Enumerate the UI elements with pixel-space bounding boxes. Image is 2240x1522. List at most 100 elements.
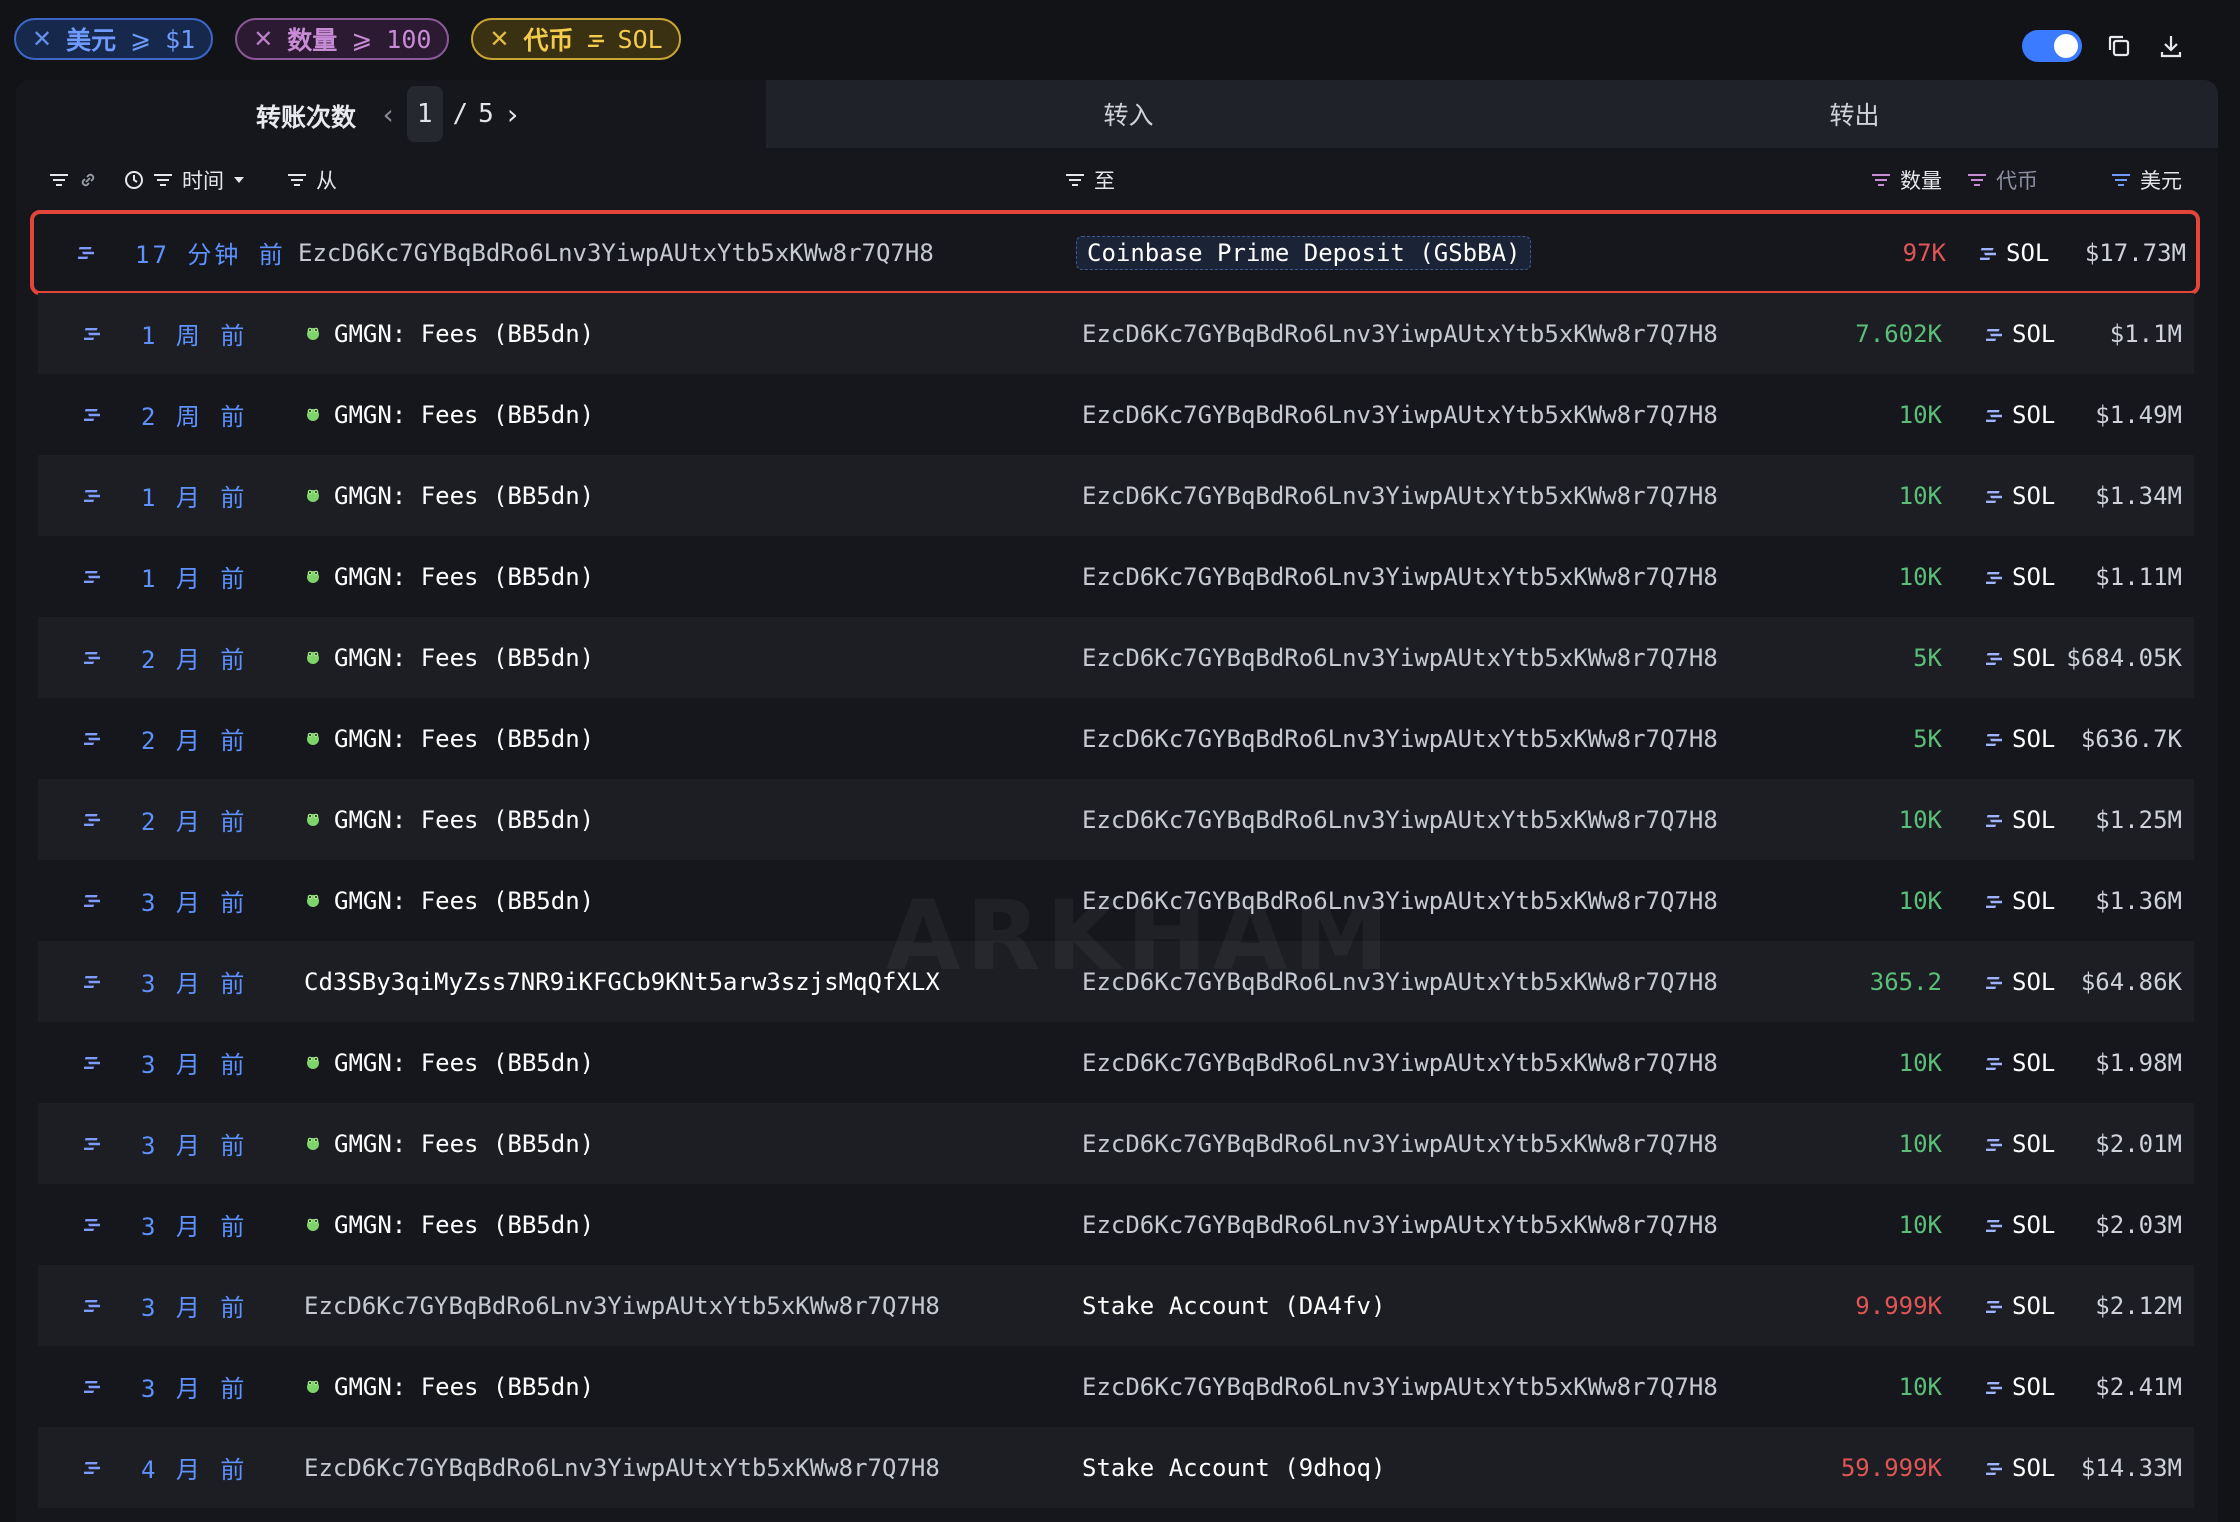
row-time[interactable]: 3 月 前	[141, 1103, 247, 1184]
table-row[interactable]: 3 月 前 GMGN: Fees (BB5dn) EzcD6Kc7GYBqBdR…	[38, 1022, 2194, 1103]
row-to[interactable]: Stake Account (9dhoq)	[1082, 1427, 1385, 1508]
row-token[interactable]: SOL	[1983, 455, 2055, 536]
row-to[interactable]: Coinbase Prime Deposit (GSbBA)	[1076, 212, 1532, 293]
row-time[interactable]: 3 月 前	[141, 860, 247, 941]
filter-icon[interactable]	[152, 172, 174, 188]
row-to[interactable]: EzcD6Kc7GYBqBdRo6Lnv3YiwpAUtxYtb5xKWw8r7…	[1082, 536, 1718, 617]
row-token[interactable]: SOL	[1983, 698, 2055, 779]
link-icon[interactable]	[78, 170, 98, 190]
row-token[interactable]: SOL	[1983, 860, 2055, 941]
row-token[interactable]: SOL	[1983, 1427, 2055, 1508]
table-row[interactable]: 2 周 前 GMGN: Fees (BB5dn) EzcD6Kc7GYBqBdR…	[38, 374, 2194, 455]
row-time[interactable]: 2 周 前	[141, 374, 247, 455]
remove-filter-icon[interactable]: ✕	[32, 25, 52, 53]
table-row[interactable]: 4 月 前 EzcD6Kc7GYBqBdRo6Lnv3YiwpAUtxYtb5x…	[38, 1427, 2194, 1508]
row-token[interactable]: SOL	[1983, 1184, 2055, 1265]
filter-icon[interactable]	[48, 172, 70, 188]
filter-icon[interactable]	[286, 172, 308, 188]
row-from[interactable]: GMGN: Fees (BB5dn)	[304, 455, 594, 536]
row-from[interactable]: GMGN: Fees (BB5dn)	[304, 698, 594, 779]
row-to[interactable]: EzcD6Kc7GYBqBdRo6Lnv3YiwpAUtxYtb5xKWw8r7…	[1082, 1103, 1718, 1184]
row-token[interactable]: SOL	[1983, 1022, 2055, 1103]
tab-transfers[interactable]: 转账次数 ‹ 1 / 5 ›	[16, 80, 766, 148]
filter-icon[interactable]	[1064, 172, 1086, 188]
filter-icon[interactable]	[1870, 172, 1892, 188]
row-from[interactable]: Cd3SBy3qiMyZss7NR9iKFGCb9KNt5arw3szjsMqQ…	[304, 941, 940, 1022]
row-to[interactable]: EzcD6Kc7GYBqBdRo6Lnv3YiwpAUtxYtb5xKWw8r7…	[1082, 941, 1718, 1022]
row-from[interactable]: GMGN: Fees (BB5dn)	[304, 293, 594, 374]
filter-chip-amount[interactable]: ✕ 数量 ⩾ 100	[235, 18, 450, 60]
page-current[interactable]: 1	[406, 86, 443, 142]
row-from[interactable]: GMGN: Fees (BB5dn)	[304, 1346, 594, 1427]
row-to[interactable]: EzcD6Kc7GYBqBdRo6Lnv3YiwpAUtxYtb5xKWw8r7…	[1082, 1184, 1718, 1265]
table-row[interactable]: 2 月 前 GMGN: Fees (BB5dn) EzcD6Kc7GYBqBdR…	[38, 779, 2194, 860]
row-to[interactable]: EzcD6Kc7GYBqBdRo6Lnv3YiwpAUtxYtb5xKWw8r7…	[1082, 698, 1718, 779]
table-row[interactable]: 3 月 前 GMGN: Fees (BB5dn) EzcD6Kc7GYBqBdR…	[38, 1184, 2194, 1265]
remove-filter-icon[interactable]: ✕	[489, 25, 509, 53]
row-from[interactable]: GMGN: Fees (BB5dn)	[304, 1022, 594, 1103]
header-token[interactable]: 代币	[1966, 148, 2038, 212]
row-token[interactable]: SOL	[1983, 941, 2055, 1022]
row-token[interactable]: SOL	[1983, 617, 2055, 698]
filter-chip-usd[interactable]: ✕ 美元 ⩾ $1	[14, 18, 214, 60]
row-time[interactable]: 3 月 前	[141, 1265, 247, 1346]
row-time[interactable]: 1 月 前	[141, 536, 247, 617]
row-token[interactable]: SOL	[1983, 293, 2055, 374]
row-to[interactable]: EzcD6Kc7GYBqBdRo6Lnv3YiwpAUtxYtb5xKWw8r7…	[1082, 455, 1718, 536]
header-filter-link[interactable]	[48, 148, 98, 212]
filter-icon[interactable]	[2110, 172, 2132, 188]
row-to[interactable]: EzcD6Kc7GYBqBdRo6Lnv3YiwpAUtxYtb5xKWw8r7…	[1082, 1022, 1718, 1103]
download-icon[interactable]	[2156, 31, 2186, 61]
row-to[interactable]: EzcD6Kc7GYBqBdRo6Lnv3YiwpAUtxYtb5xKWw8r7…	[1082, 1346, 1718, 1427]
row-time[interactable]: 2 月 前	[141, 698, 247, 779]
row-from[interactable]: GMGN: Fees (BB5dn)	[304, 374, 594, 455]
row-from[interactable]: GMGN: Fees (BB5dn)	[304, 536, 594, 617]
remove-filter-icon[interactable]: ✕	[253, 25, 273, 53]
row-time[interactable]: 3 月 前	[141, 1022, 247, 1103]
row-token[interactable]: SOL	[1983, 374, 2055, 455]
row-to[interactable]: EzcD6Kc7GYBqBdRo6Lnv3YiwpAUtxYtb5xKWw8r7…	[1082, 617, 1718, 698]
row-time[interactable]: 3 月 前	[141, 941, 247, 1022]
header-amount[interactable]: 数量	[1870, 148, 1942, 212]
row-to[interactable]: Stake Account (DA4fv)	[1082, 1265, 1385, 1346]
row-token[interactable]: SOL	[1983, 1103, 2055, 1184]
table-row[interactable]: 3 月 前 GMGN: Fees (BB5dn) EzcD6Kc7GYBqBdR…	[38, 1103, 2194, 1184]
row-time[interactable]: 2 月 前	[141, 779, 247, 860]
table-row[interactable]: 1 月 前 GMGN: Fees (BB5dn) EzcD6Kc7GYBqBdR…	[38, 536, 2194, 617]
row-from[interactable]: GMGN: Fees (BB5dn)	[304, 1184, 594, 1265]
table-row[interactable]: 3 月 前 GMGN: Fees (BB5dn) EzcD6Kc7GYBqBdR…	[38, 860, 2194, 941]
row-from[interactable]: EzcD6Kc7GYBqBdRo6Lnv3YiwpAUtxYtb5xKWw8r7…	[304, 1265, 940, 1346]
row-token[interactable]: SOL	[1983, 1265, 2055, 1346]
table-row[interactable]: 1 月 前 GMGN: Fees (BB5dn) EzcD6Kc7GYBqBdR…	[38, 455, 2194, 536]
row-time[interactable]: 17 分钟 前	[135, 212, 286, 293]
row-from[interactable]: EzcD6Kc7GYBqBdRo6Lnv3YiwpAUtxYtb5xKWw8r7…	[304, 1427, 940, 1508]
filter-chip-token[interactable]: ✕ 代币 SOL	[471, 18, 681, 60]
table-row[interactable]: 17 分钟 前 EzcD6Kc7GYBqBdRo6Lnv3YiwpAUtxYtb…	[30, 210, 2200, 295]
filter-icon[interactable]	[1966, 172, 1988, 188]
header-usd[interactable]: 美元	[2110, 148, 2182, 212]
row-time[interactable]: 1 周 前	[141, 293, 247, 374]
row-to[interactable]: EzcD6Kc7GYBqBdRo6Lnv3YiwpAUtxYtb5xKWw8r7…	[1082, 293, 1718, 374]
row-from[interactable]: GMGN: Fees (BB5dn)	[304, 1103, 594, 1184]
row-time[interactable]: 3 月 前	[141, 1184, 247, 1265]
chevron-right-icon[interactable]: ›	[504, 98, 521, 131]
row-time[interactable]: 4 月 前	[141, 1427, 247, 1508]
row-time[interactable]: 2 月 前	[141, 617, 247, 698]
row-from[interactable]: EzcD6Kc7GYBqBdRo6Lnv3YiwpAUtxYtb5xKWw8r7…	[298, 212, 934, 293]
row-to[interactable]: EzcD6Kc7GYBqBdRo6Lnv3YiwpAUtxYtb5xKWw8r7…	[1082, 779, 1718, 860]
row-time[interactable]: 1 月 前	[141, 455, 247, 536]
row-token[interactable]: SOL	[1983, 536, 2055, 617]
view-toggle[interactable]	[2022, 30, 2082, 62]
sort-down-icon[interactable]	[232, 175, 246, 185]
table-row[interactable]: 3 月 前 GMGN: Fees (BB5dn) EzcD6Kc7GYBqBdR…	[38, 1346, 2194, 1427]
row-to[interactable]: EzcD6Kc7GYBqBdRo6Lnv3YiwpAUtxYtb5xKWw8r7…	[1082, 860, 1718, 941]
table-row[interactable]: 3 月 前 EzcD6Kc7GYBqBdRo6Lnv3YiwpAUtxYtb5x…	[38, 1265, 2194, 1346]
header-from[interactable]: 从	[286, 148, 337, 212]
copy-icon[interactable]	[2104, 31, 2134, 61]
table-row[interactable]: 2 月 前 GMGN: Fees (BB5dn) EzcD6Kc7GYBqBdR…	[38, 617, 2194, 698]
header-to[interactable]: 至	[1064, 148, 1115, 212]
row-from[interactable]: GMGN: Fees (BB5dn)	[304, 779, 594, 860]
row-from[interactable]: GMGN: Fees (BB5dn)	[304, 617, 594, 698]
table-row[interactable]: 1 周 前 GMGN: Fees (BB5dn) EzcD6Kc7GYBqBdR…	[38, 293, 2194, 374]
header-time[interactable]: 时间	[124, 148, 246, 212]
